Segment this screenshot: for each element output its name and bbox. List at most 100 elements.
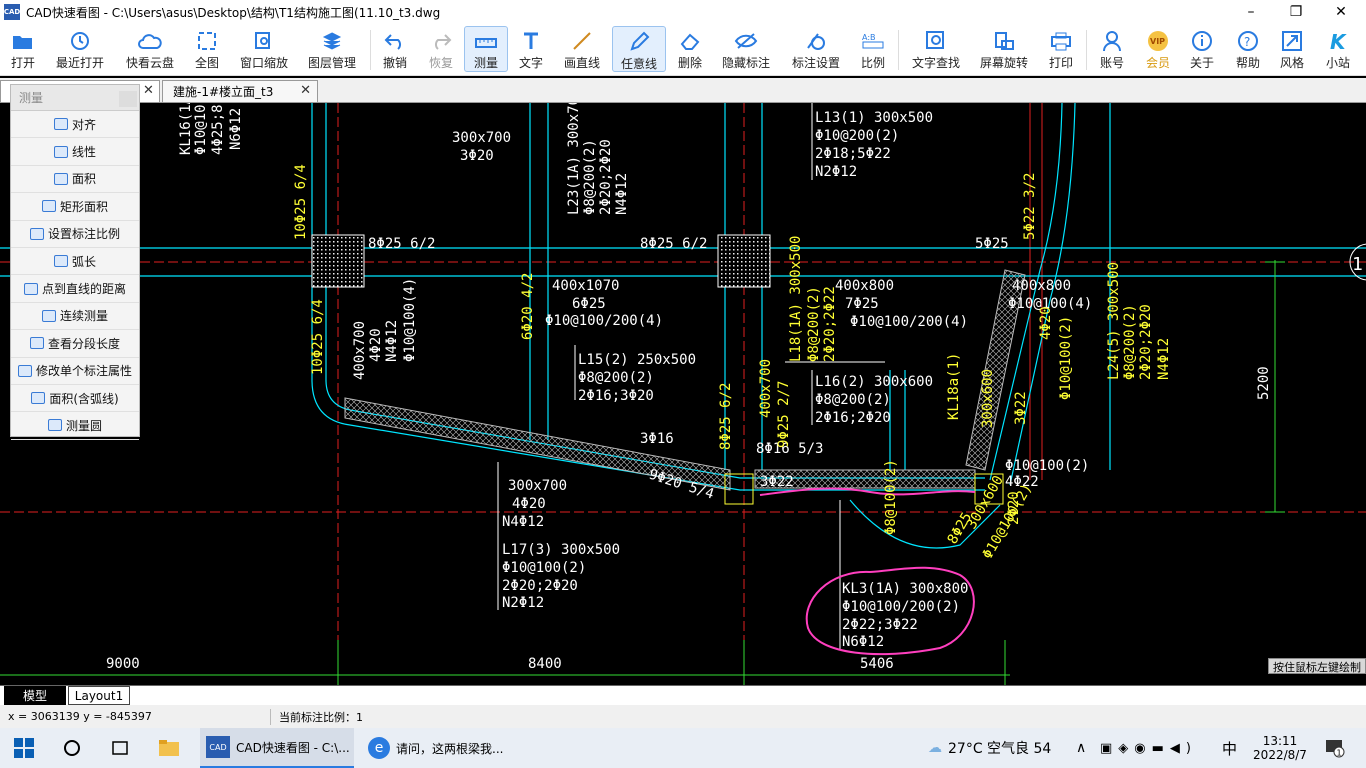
minimize-button[interactable]: – — [1228, 0, 1274, 24]
drawing-white-label: 2Φ20;2Φ20 — [502, 578, 578, 594]
windows-taskbar: CAD CAD快速看图 - C:\... e 请问，这两根梁我... ☁ 27°… — [0, 728, 1366, 768]
window-title: CAD快速看图 - C:\Users\asus\Desktop\结构\T1结构施… — [26, 5, 441, 20]
hide-annotation-button[interactable]: 隐藏标注 — [718, 26, 774, 72]
drawing-white-label: KL3(1A) 300x800 — [842, 581, 968, 597]
title-bar: CAD CAD快速看图 - C:\Users\asus\Desktop\结构\T… — [0, 0, 1366, 24]
drawing-white-label: 5406 — [860, 656, 894, 672]
measure-circle[interactable]: 测量圆 — [11, 412, 139, 440]
doc-tab[interactable]: 建施-1#楼立面_t3 ✕ — [162, 80, 318, 102]
redo-icon — [429, 30, 453, 52]
print-button[interactable]: 打印 — [1044, 26, 1078, 72]
layers-icon — [320, 30, 344, 52]
measure-continuous[interactable]: 连续测量 — [11, 303, 139, 331]
drawing-yellow-label: 10Φ25 6/4 — [310, 299, 326, 375]
ime-indicator[interactable]: 中 — [1222, 728, 1237, 768]
panel-close-icon[interactable] — [119, 91, 137, 107]
drawing-white-label: 4Φ20 — [512, 496, 546, 512]
open-button[interactable]: 打开 — [2, 26, 44, 72]
measure-rect-area[interactable]: 矩形面积 — [11, 193, 139, 221]
redo-button[interactable]: 恢复 — [422, 26, 460, 72]
ruler-icon — [474, 31, 498, 52]
about-button[interactable]: 关于 — [1184, 26, 1220, 72]
recent-open-button[interactable]: 最近打开 — [52, 26, 108, 72]
scale-button[interactable]: A:B 比例 — [856, 26, 890, 72]
undo-button[interactable]: 撤销 — [376, 26, 414, 72]
tray-chevron-icon[interactable]: ∧ — [1076, 728, 1086, 768]
system-tray-icons[interactable]: ▣◈◉▬◀) — [1100, 728, 1197, 768]
clock[interactable]: 13:11 2022/8/7 — [1250, 728, 1310, 768]
maximize-button[interactable]: ❐ — [1273, 0, 1319, 24]
delete-button[interactable]: 删除 — [672, 26, 708, 72]
scale-icon: A:B — [861, 30, 885, 52]
measure-align[interactable]: 对齐 — [11, 111, 139, 139]
cloud-disk-button[interactable]: 快看云盘 — [122, 26, 178, 72]
annotation-settings-button[interactable]: 标注设置 — [788, 26, 844, 72]
measure-point-to-line[interactable]: 点到直线的距离 — [11, 275, 139, 303]
user-icon — [1100, 30, 1124, 52]
search-icon[interactable] — [62, 728, 82, 768]
drawing-yellow-label: 5Φ22 3/2 — [1022, 173, 1038, 240]
help-button[interactable]: ? 帮助 — [1230, 26, 1266, 72]
drawing-white-label: 400x1070 — [552, 278, 619, 294]
full-view-button[interactable]: 全图 — [188, 26, 226, 72]
freehand-line-button[interactable]: 任意线 — [612, 26, 666, 72]
file-explorer-icon[interactable] — [158, 728, 180, 768]
segment-icon — [29, 337, 44, 350]
drawing-yellow-label: L18(1A) 300x500 — [788, 236, 804, 362]
measure-area[interactable]: 面积 — [11, 166, 139, 194]
undo-icon — [383, 30, 407, 52]
drawing-white-label: L17(3) 300x500 — [502, 542, 620, 558]
drawing-white-label: 300x700 — [508, 478, 567, 494]
drawing-hint: 按住鼠标左键绘制 — [1268, 658, 1366, 674]
measure-panel-title: 测量 — [11, 85, 139, 111]
measure-area-arc[interactable]: 面积(含弧线) — [11, 385, 139, 413]
drawing-white-label: 400x800 — [835, 278, 894, 294]
text-icon — [519, 30, 543, 52]
tab-layout1[interactable]: Layout1 — [68, 686, 130, 705]
notification-icon[interactable]: 1 — [1324, 728, 1346, 768]
task-view-icon[interactable] — [110, 728, 130, 768]
drawing-canvas[interactable]: 1 KL16(1A) Φ10@10 4Φ25;8 N6Φ12 300x700 3Φ20 L1… — [0, 103, 1366, 685]
weather-widget[interactable]: ☁ 27°C 空气良 54 — [928, 728, 1051, 768]
account-button[interactable]: 账号 — [1094, 26, 1130, 72]
windows-start-icon[interactable] — [14, 728, 34, 768]
close-tab-icon[interactable]: ✕ — [143, 83, 154, 98]
screen-rotate-button[interactable]: 屏幕旋转 — [976, 26, 1032, 72]
measure-segment-length[interactable]: 查看分段长度 — [11, 330, 139, 358]
layer-manager-button[interactable]: 图层管理 — [304, 26, 360, 72]
point-line-icon — [23, 282, 38, 295]
close-button[interactable]: ✕ — [1318, 0, 1364, 24]
text-button[interactable]: 文字 — [514, 26, 548, 72]
measure-button[interactable]: 测量 — [464, 26, 508, 72]
measure-linear[interactable]: 线性 — [11, 138, 139, 166]
taskbar-cad-app[interactable]: CAD CAD快速看图 - C:\... — [200, 728, 354, 768]
measure-edit-attr[interactable]: 修改单个标注属性 — [11, 358, 139, 385]
measure-arc-length[interactable]: 弧长 — [11, 248, 139, 276]
mini-station-button[interactable]: K 小站 — [1320, 26, 1356, 72]
vip-button[interactable]: VIP 会员 — [1140, 26, 1176, 72]
drawing-yellow-label: N4Φ12 — [1156, 338, 1172, 380]
tab-model[interactable]: 模型 — [4, 686, 66, 705]
style-button[interactable]: 风格 — [1274, 26, 1310, 72]
draw-line-button[interactable]: 画直线 — [560, 26, 604, 72]
close-tab-icon[interactable]: ✕ — [300, 83, 311, 98]
rotate-icon — [992, 30, 1016, 52]
drawing-yellow-label: 3Φ22 — [1013, 391, 1029, 425]
align-icon — [53, 118, 68, 131]
drawing-white-label: 2Φ16;3Φ20 — [578, 388, 654, 404]
taskbar-browser-app[interactable]: e 请问，这两根梁我... — [362, 728, 514, 768]
vip-icon: VIP — [1146, 30, 1170, 52]
cloud-weather-icon: ☁ — [928, 740, 942, 756]
eraser-icon — [678, 30, 702, 52]
info-icon — [1190, 30, 1214, 52]
drawing-white-label: 7Φ25 — [845, 296, 879, 312]
drawing-yellow-label: 2Φ20;2Φ22 — [822, 286, 838, 362]
text-search-button[interactable]: 文字查找 — [908, 26, 964, 72]
drawing-white-label: 3Φ16 — [640, 431, 674, 447]
drawing-yellow-label: 2Φ20;2Φ20 — [1138, 304, 1154, 380]
drawing-white-label: Φ10@10 — [193, 104, 209, 155]
zoom-window-button[interactable]: 窗口缩放 — [236, 26, 292, 72]
pen-icon — [627, 31, 651, 53]
measure-set-scale[interactable]: 设置标注比例 — [11, 221, 139, 248]
document-tab-bar: ✕ 建施-1#楼立面_t3 ✕ — [0, 78, 1366, 103]
